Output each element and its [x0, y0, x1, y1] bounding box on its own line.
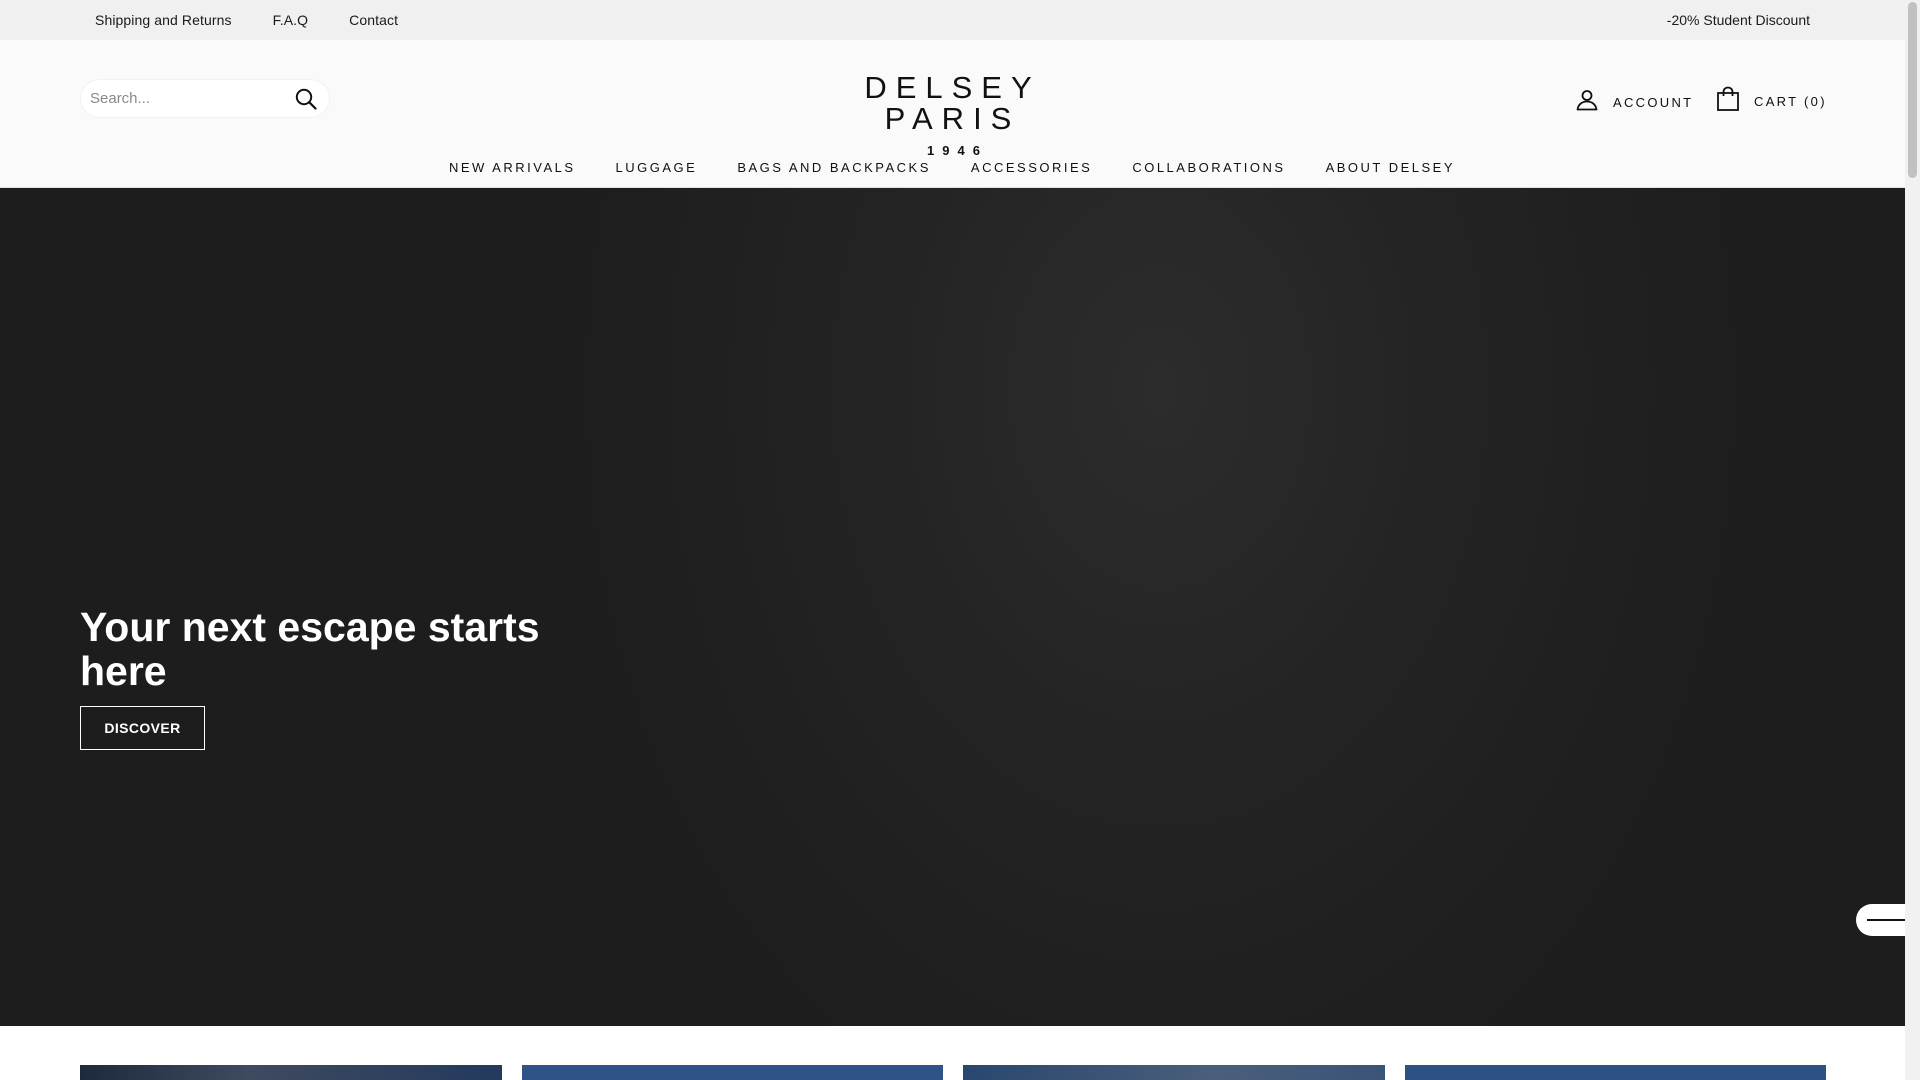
nav-item-accessories[interactable]: ACCESSORIES	[971, 154, 1092, 182]
search-icon[interactable]	[289, 79, 322, 118]
account-link[interactable]: ACCOUNT	[1575, 88, 1693, 117]
logo-wordmark: DELSEY PARIS	[864, 70, 1041, 136]
site-header: DELSEY PARIS 1946 ACCOUNT CART (0) NEW A…	[0, 40, 1905, 188]
faq-link[interactable]: F.A.Q	[273, 12, 309, 28]
search-input[interactable]	[80, 90, 289, 107]
brand-logo[interactable]: DELSEY PARIS 1946	[811, 72, 1094, 158]
collection-card[interactable]	[1404, 1065, 1826, 1080]
menu-line-icon	[1867, 919, 1905, 921]
announcement-bar: Shipping and Returns F.A.Q Contact -20% …	[0, 0, 1905, 40]
collection-card[interactable]	[80, 1065, 502, 1080]
nav-item-about-delsey[interactable]: ABOUT DELSEY	[1326, 154, 1455, 182]
nav-item-luggage[interactable]: LUGGAGE	[616, 154, 698, 182]
student-discount-link[interactable]: -20% Student Discount	[1667, 12, 1810, 28]
announcement-promo: -20% Student Discount	[1667, 0, 1810, 40]
nav-item-collaborations[interactable]: COLLABORATIONS	[1132, 154, 1285, 182]
user-icon	[1575, 88, 1599, 117]
announcement-links: Shipping and Returns F.A.Q Contact	[95, 0, 398, 40]
hero-banner: Your next escape starts here DISCOVER	[0, 188, 1905, 1026]
account-label: ACCOUNT	[1613, 95, 1694, 110]
nav-item-new-arrivals[interactable]: NEW ARRIVALS	[449, 154, 576, 182]
discover-button[interactable]: DISCOVER	[80, 706, 205, 750]
main-navigation: NEW ARRIVALS LUGGAGE BAGS AND BACKPACKS …	[0, 154, 1905, 182]
shipping-returns-link[interactable]: Shipping and Returns	[95, 12, 232, 28]
shopping-bag-icon	[1716, 86, 1740, 117]
nav-item-bags-and-backpacks[interactable]: BAGS AND BACKPACKS	[737, 154, 931, 182]
collection-card[interactable]	[963, 1065, 1385, 1080]
collection-card[interactable]	[521, 1065, 943, 1080]
search-bar	[80, 79, 330, 118]
page-scrollbar[interactable]	[1905, 0, 1920, 1080]
cart-link[interactable]: CART (0)	[1716, 86, 1827, 117]
side-drawer-tab[interactable]	[1856, 904, 1905, 936]
cart-label: CART (0)	[1754, 94, 1827, 109]
contact-link[interactable]: Contact	[349, 12, 398, 28]
scrollbar-thumb[interactable]	[1908, 2, 1917, 178]
hero-title: Your next escape starts here	[80, 604, 540, 694]
collection-cards	[80, 1065, 1826, 1080]
